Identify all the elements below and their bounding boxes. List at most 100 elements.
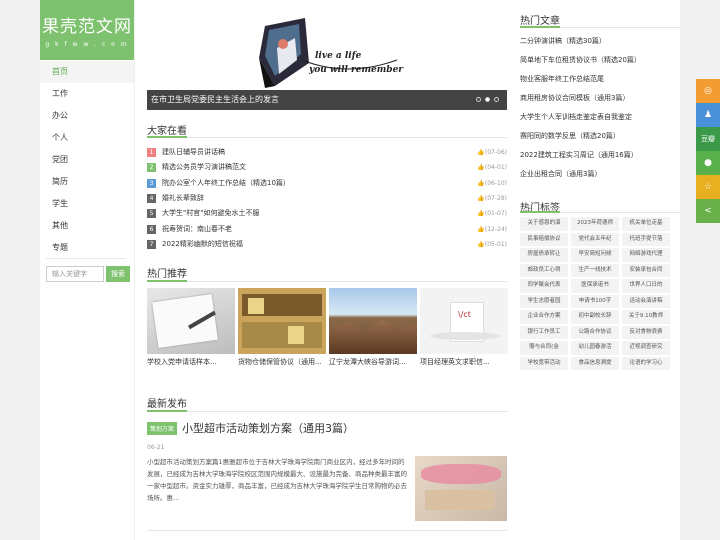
hot-article-link[interactable]: 商用租房协议合同模板（通用3篇） — [520, 89, 680, 108]
wechat-icon[interactable]: ● — [696, 151, 720, 175]
hot-tag[interactable]: 反对食物浪费 — [622, 325, 670, 339]
nav-item-other[interactable]: 其他 — [40, 215, 134, 237]
hot-article-link[interactable]: 大学生个人军训档走鉴定表自我鉴定 — [520, 108, 680, 127]
hot-tag[interactable]: 近视调查研究 — [622, 341, 670, 355]
hot-tag[interactable]: 关于9.10教师 — [622, 310, 670, 324]
search-input[interactable]: 输入关键字 — [46, 266, 104, 282]
hot-article-link[interactable]: 物业客服年终工作总结范尾 — [520, 70, 680, 89]
recommend-card[interactable]: 学校入党申请话样本... — [147, 288, 235, 367]
slider-dots — [476, 97, 499, 102]
hot-tag[interactable]: 早安简短问候 — [571, 248, 619, 262]
banner-caption-text: 在市卫生局党委民主生活会上的发言 — [151, 95, 279, 104]
look-item-title[interactable]: 婚礼长辈致辞 — [162, 191, 204, 206]
hot-tag[interactable]: 初中副校长辞 — [571, 310, 619, 324]
look-item-date: 👍(04-01) — [477, 164, 507, 172]
recommend-card[interactable]: 辽宁龙潭大峡谷导游词... — [329, 288, 417, 367]
hot-tag[interactable]: 银行工作员工 — [520, 325, 568, 339]
hot-tag[interactable]: 机关单位走基 — [622, 217, 670, 231]
hot-tag[interactable]: 医保承诺书 — [571, 279, 619, 293]
hot-article-link[interactable]: 2022建筑工程实习周记（通用16篇） — [520, 146, 680, 165]
hot-article-link[interactable]: 二分钟演讲稿（精选30篇） — [520, 32, 680, 51]
recommend-card[interactable]: \/ct 项目经理英文求职信... — [420, 288, 508, 367]
hot-tag[interactable]: 公路合作协议 — [571, 325, 619, 339]
hot-article-link[interactable]: 简单地下车位租赁协议书（精选20篇） — [520, 51, 680, 70]
look-item-date: 👍(06-10) — [477, 179, 507, 187]
look-section-title: 大家在看 — [147, 126, 187, 137]
hot-tag[interactable]: 赠与合同(金 — [520, 341, 568, 355]
hot-tag[interactable]: 运动会演讲稿 — [622, 294, 670, 308]
nav-item-office[interactable]: 办公 — [40, 105, 134, 127]
hot-tag[interactable]: 同学聚会代表 — [520, 279, 568, 293]
recommend-image — [147, 288, 235, 354]
nav-item-topics[interactable]: 专题 — [40, 237, 134, 259]
nav-item-work[interactable]: 工作 — [40, 83, 134, 105]
nav-item-resume[interactable]: 简历 — [40, 171, 134, 193]
slider-dot[interactable] — [494, 97, 499, 102]
hot-tag[interactable]: 民事赔偿协议 — [520, 232, 568, 246]
look-list-item[interactable]: 3 院办公室个人年终工作总结（精选10篇） 👍(06-10) — [147, 176, 507, 191]
recommend-label: 货物仓储保管协议（通用... — [238, 358, 322, 366]
hot-tag[interactable]: 生产一线技术 — [571, 263, 619, 277]
hot-tag[interactable]: 论语的学习心 — [622, 356, 670, 370]
article-summary: 小型超市活动策划方案篇1惠雅超市位于吉林大学珠海学院南门商业区内，经过多年时间的… — [147, 458, 407, 502]
hot-article-link[interactable]: 赛阳同的数学反思（精选20篇） — [520, 127, 680, 146]
hot-tag[interactable]: 企业合作方案 — [520, 310, 568, 324]
look-item-title[interactable]: 2022精彩幽默的短信祝福 — [162, 237, 243, 252]
hot-tag[interactable]: 网络游戏代理 — [622, 248, 670, 262]
weibo-icon[interactable]: ◎ — [696, 79, 720, 103]
douban-icon[interactable]: 豆瓣 — [696, 127, 720, 151]
look-list-item[interactable]: 1 建队日辅导员讲话稿 👍(07-06) — [147, 145, 507, 160]
look-item-title[interactable]: 精选公务员学习演讲稿范文 — [162, 160, 246, 175]
recommend-label: 辽宁龙潭大峡谷导游词... — [329, 358, 406, 366]
hot-tag[interactable]: 邮政员工心得 — [520, 263, 568, 277]
nav-item-party[interactable]: 党团 — [40, 149, 134, 171]
hot-tag[interactable]: 房屋债承转让 — [520, 248, 568, 262]
look-list-item[interactable]: 6 祝寿贺词：南山春不老 👍(12-24) — [147, 221, 507, 236]
banner-caption[interactable]: 在市卫生局党委民主生活会上的发言 — [147, 90, 507, 110]
article-category-tag[interactable]: 策划方案 — [147, 421, 178, 435]
look-list-item[interactable]: 5 大学生"村官"如何避免水土不服 👍(01-07) — [147, 206, 507, 221]
latest-article[interactable]: 策划方案 小型超市活动策划方案（通用3篇） 06-21 小型超市活动策划方案篇1… — [147, 420, 507, 521]
look-item-title[interactable]: 祝寿贺词：南山春不老 — [162, 222, 232, 237]
share-bar: ◎ ♟ 豆瓣 ● ☆ < — [696, 79, 720, 223]
section-underline — [147, 410, 507, 412]
hot-tag[interactable]: 关于感恩的演 — [520, 217, 568, 231]
nav-item-home[interactable]: 首页 — [40, 61, 134, 83]
article-thumbnail[interactable] — [415, 456, 507, 521]
article-headline[interactable]: 小型超市活动策划方案（通用3篇） — [182, 420, 354, 436]
hot-article-link[interactable]: 企业出租合同（通用3篇） — [520, 165, 680, 184]
search-button[interactable]: 搜索 — [106, 266, 130, 282]
latest-section-title: 最新发布 — [147, 399, 187, 410]
hot-tag[interactable]: 安装承包合同 — [622, 263, 670, 277]
rank-badge: 6 — [147, 224, 156, 234]
look-item-title[interactable]: 建队日辅导员讲话稿 — [162, 145, 225, 160]
hot-tag[interactable]: 学校宽带活动 — [520, 356, 568, 370]
nav-item-personal[interactable]: 个人 — [40, 127, 134, 149]
look-list-item[interactable]: 2 精选公务员学习演讲稿范文 👍(04-01) — [147, 160, 507, 175]
slider-dot[interactable] — [485, 97, 490, 102]
look-item-title[interactable]: 院办公室个人年终工作总结（精选10篇） — [162, 176, 290, 191]
hot-tag[interactable]: 党代会五年纪 — [571, 232, 619, 246]
main-content: live a life you will remember 在市卫生局党委民主生… — [135, 0, 520, 540]
look-list-item[interactable]: 4 婚礼长辈致辞 👍(07-28) — [147, 191, 507, 206]
site-logo[interactable]: 果壳范文网 g k f w w . c o m — [40, 0, 134, 60]
recommend-card[interactable]: 货物仓储保管协议（通用... — [238, 288, 326, 367]
recommend-image — [238, 288, 326, 354]
hot-tag[interactable]: 2023年荷德师 — [571, 217, 619, 231]
share-icon[interactable]: < — [696, 199, 720, 223]
hot-tag[interactable]: 托班手提节落 — [622, 232, 670, 246]
hot-tag[interactable]: 幼儿园春游活 — [571, 341, 619, 355]
hot-tag[interactable]: 世界人口日的 — [622, 279, 670, 293]
slider-dot[interactable] — [476, 97, 481, 102]
hot-tag[interactable]: 申请书100字 — [571, 294, 619, 308]
recommend-image: \/ct — [420, 288, 508, 354]
look-list-item[interactable]: 7 2022精彩幽默的短信祝福 👍(05-01) — [147, 237, 507, 252]
sidebar: 果壳范文网 g k f w w . c o m 首页 工作 办公 个人 党团 简… — [40, 0, 134, 540]
hot-tag[interactable]: 学生志愿者园 — [520, 294, 568, 308]
section-underline — [147, 280, 507, 282]
hot-tag[interactable]: 食品信息溯提 — [571, 356, 619, 370]
nav-item-student[interactable]: 学生 — [40, 193, 134, 215]
look-item-title[interactable]: 大学生"村官"如何避免水土不服 — [162, 206, 259, 221]
qq-icon[interactable]: ♟ — [696, 103, 720, 127]
favorite-icon[interactable]: ☆ — [696, 175, 720, 199]
